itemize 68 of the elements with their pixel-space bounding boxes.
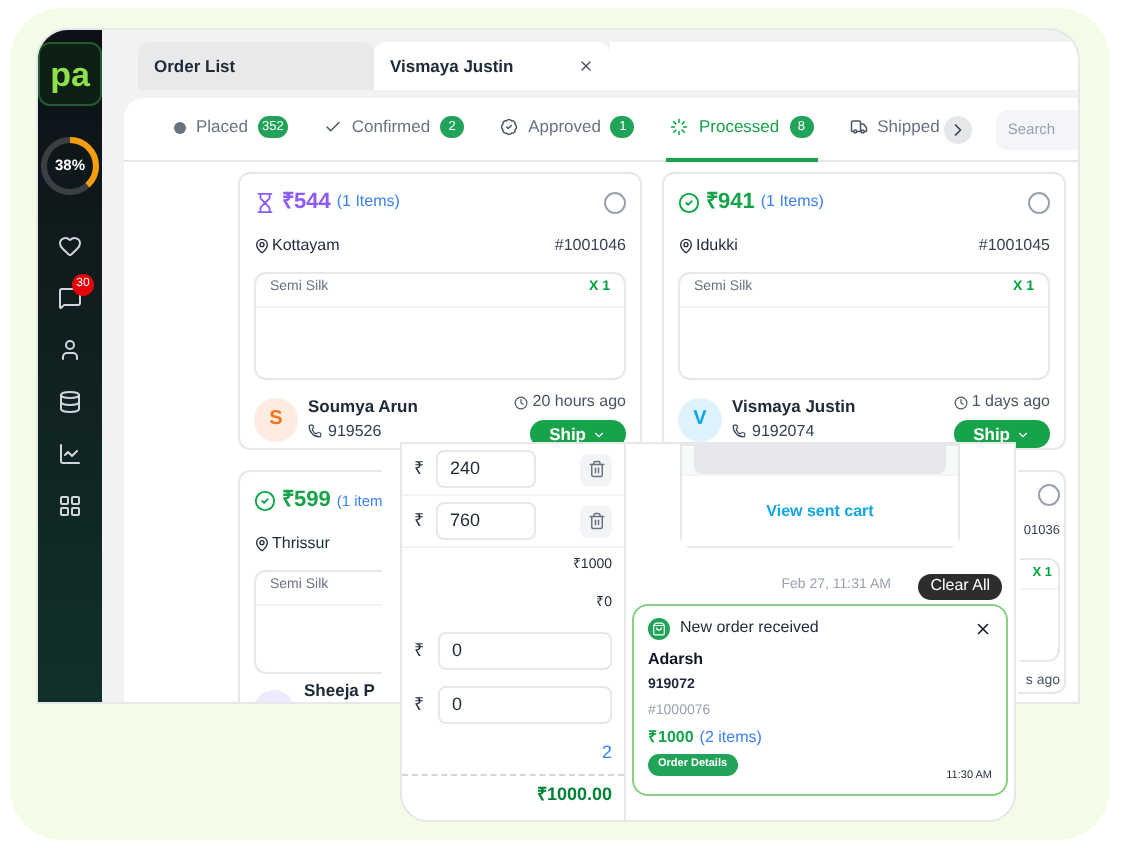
customer-name: Soumya Arun [308,394,418,420]
count-text: 2 [601,739,612,766]
delete-button[interactable] [580,505,612,537]
phone-number: 9192074 [752,419,815,444]
phone-number: 919526 [328,419,382,444]
order-amount: ₹1000 [648,726,694,750]
avatar: S [254,397,298,441]
customer-name: Adarsh [648,648,706,672]
chevron-down-icon [592,427,606,441]
order-number: #1001045 [978,233,1050,257]
chat-icon[interactable] [58,286,82,310]
clock-icon [514,395,529,409]
location-pin-icon [678,237,694,253]
location: Thrissur [272,531,330,555]
truck-icon [849,118,868,136]
tab[interactable]: Order List [138,42,374,90]
amount-input[interactable]: 240 [436,450,536,488]
notification-title: New order received [680,616,821,640]
currency-symbol: ₹ [414,507,424,534]
order-amount: ₹941 [706,188,755,218]
clock-icon [953,395,968,409]
item-count: (1 Items) [336,190,400,215]
customer-name: Vismaya Justin [732,394,856,420]
database-icon[interactable] [58,390,82,414]
avatar: V [678,397,722,441]
currency-symbol: ₹ [414,455,424,482]
chevron-down-icon [1016,427,1030,441]
delete-button[interactable] [580,453,612,485]
phone-icon [308,424,322,439]
order-amount: ₹544 [282,188,331,218]
close-icon[interactable] [974,619,992,637]
heart-icon[interactable] [58,234,82,258]
tab[interactable]: Vismaya Justin [374,42,610,90]
currency-symbol: ₹ [414,691,424,718]
trash-icon [587,460,605,478]
phone-icon [732,424,746,439]
customer-name: Sheeja P [304,679,375,699]
location: Idukki [696,233,738,257]
select-radio[interactable] [1028,191,1050,214]
order-number: #1001046 [554,233,626,257]
location-pin-icon [254,535,270,551]
trash-icon [587,512,605,530]
order-amount: ₹599 [282,486,331,516]
select-radio[interactable] [604,191,626,214]
chart-icon[interactable] [58,442,82,466]
loader-icon [670,118,689,136]
amount-input[interactable]: 760 [436,502,536,540]
grid-icon[interactable] [58,494,82,518]
order-time: 1 days ago [971,390,1050,414]
amount-input[interactable]: 0 [438,632,612,670]
location-pin-icon [254,237,270,253]
check-icon [323,118,342,136]
status-tab[interactable]: Shipped [845,97,944,161]
currency-symbol: ₹ [414,637,424,664]
total-amount: ₹1000.00 [536,782,612,809]
item-count: (1 Items) [760,190,824,215]
shopping-bag-icon [648,617,670,639]
user-icon[interactable] [58,338,82,362]
next-button[interactable] [943,115,972,143]
location: Kottayam [272,233,340,257]
item-count: (2 items) [699,726,762,750]
clear-all-button[interactable]: Clear All [918,573,1002,599]
order-time: 20 hours ago [532,390,626,414]
badge-check-icon [500,118,519,136]
amount-input[interactable]: 0 [438,686,612,724]
logo: pa [38,42,102,106]
select-radio[interactable] [1038,484,1060,506]
close-icon[interactable] [578,58,594,74]
